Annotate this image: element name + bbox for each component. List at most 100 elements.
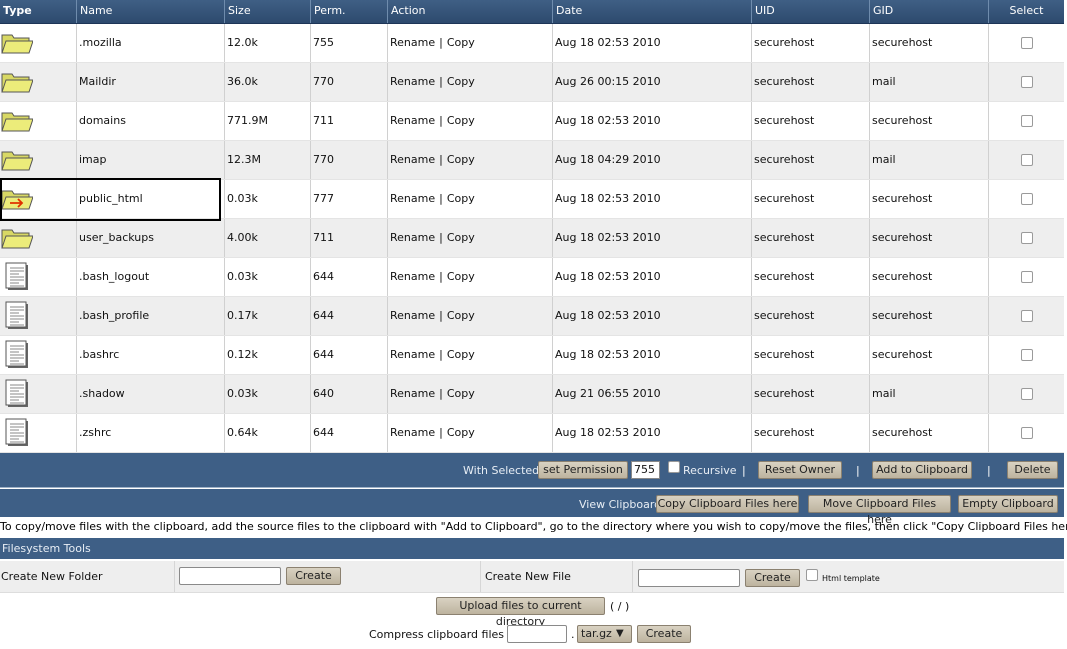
set-permission-button[interactable]: set Permission [538,461,628,479]
file-icon[interactable] [5,301,31,331]
file-permission-link[interactable]: 644 [313,336,334,374]
empty-clipboard-button[interactable]: Empty Clipboard [958,495,1058,513]
file-icon[interactable] [5,379,31,409]
rename-link[interactable]: Rename [390,153,435,166]
new-folder-input[interactable] [179,567,281,585]
select-checkbox[interactable] [1021,427,1033,439]
select-checkbox[interactable] [1021,349,1033,361]
select-checkbox[interactable] [1021,193,1033,205]
move-clipboard-here-button[interactable]: Move Clipboard Files here [808,495,951,526]
folder-icon[interactable] [1,226,34,250]
copy-link[interactable]: Copy [447,114,475,127]
file-name-link[interactable]: .zshrc [79,414,111,452]
copy-link[interactable]: Copy [447,348,475,361]
select-checkbox[interactable] [1021,76,1033,88]
file-permission-link[interactable]: 640 [313,375,334,413]
file-permission-link[interactable]: 755 [313,24,334,62]
file-name-link[interactable]: Maildir [79,63,116,101]
rename-link[interactable]: Rename [390,426,435,439]
rename-link[interactable]: Rename [390,192,435,205]
folder-icon[interactable] [1,70,34,94]
action-separator: | [439,114,443,127]
copy-link[interactable]: Copy [447,153,475,166]
file-name-link[interactable]: .mozilla [79,24,122,62]
copy-link[interactable]: Copy [447,36,475,49]
col-uid[interactable]: UID [751,0,869,23]
file-name-link[interactable]: .shadow [79,375,125,413]
select-checkbox[interactable] [1021,232,1033,244]
recursive-checkbox[interactable] [668,461,680,473]
file-permission-link[interactable]: 644 [313,414,334,452]
rename-link[interactable]: Rename [390,114,435,127]
select-checkbox[interactable] [1021,115,1033,127]
file-permission-link[interactable]: 644 [313,297,334,335]
folder-icon[interactable] [1,148,34,172]
copy-link[interactable]: Copy [447,387,475,400]
col-size[interactable]: Size [224,0,310,23]
file-icon[interactable] [5,340,31,370]
col-gid[interactable]: GID [869,0,988,23]
file-permission-link[interactable]: 711 [313,219,334,257]
col-perm[interactable]: Perm. [310,0,387,23]
select-checkbox[interactable] [1021,37,1033,49]
rename-link[interactable]: Rename [390,75,435,88]
file-gid: securehost [872,348,933,361]
file-icon[interactable] [5,418,31,448]
file-name-link[interactable]: .bash_profile [79,297,149,335]
file-name-link[interactable]: .bash_logout [79,258,149,296]
col-date[interactable]: Date [552,0,751,23]
compress-create-button[interactable]: Create [637,625,691,643]
select-checkbox[interactable] [1021,388,1033,400]
copy-link[interactable]: Copy [447,426,475,439]
select-checkbox[interactable] [1021,310,1033,322]
file-size: 0.03k [227,387,258,400]
copy-link[interactable]: Copy [447,231,475,244]
file-permission-link[interactable]: 777 [313,180,334,218]
compress-format-select[interactable]: tar.gz ▼ [577,625,632,643]
compress-filename-input[interactable] [507,625,567,643]
upload-files-button[interactable]: Upload files to current directory [436,597,605,628]
rename-link[interactable]: Rename [390,231,435,244]
copy-clipboard-here-button[interactable]: Copy Clipboard Files here [656,495,799,513]
html-template-checkbox[interactable] [806,569,818,581]
select-checkbox[interactable] [1021,154,1033,166]
folder-icon[interactable] [1,109,34,133]
view-clipboard-link[interactable]: View Clipboard [579,498,661,511]
copy-link[interactable]: Copy [447,270,475,283]
file-size: 0.12k [227,348,258,361]
rename-link[interactable]: Rename [390,387,435,400]
rename-link[interactable]: Rename [390,36,435,49]
file-name-link[interactable]: imap [79,141,107,179]
select-checkbox[interactable] [1021,271,1033,283]
file-permission-link[interactable]: 711 [313,102,334,140]
new-file-input[interactable] [638,569,740,587]
permission-input[interactable]: 755 [631,461,660,479]
create-folder-button[interactable]: Create [286,567,341,585]
file-uid: securehost [754,348,815,361]
file-permission-link[interactable]: 644 [313,258,334,296]
file-name-link[interactable]: user_backups [79,219,154,257]
folder-icon[interactable] [1,31,34,55]
rename-link[interactable]: Rename [390,270,435,283]
file-name-link[interactable]: domains [79,102,126,140]
col-type[interactable]: Type [0,0,76,23]
file-uid: securehost [754,192,815,205]
file-size: 0.03k [227,192,258,205]
copy-link[interactable]: Copy [447,192,475,205]
file-permission-link[interactable]: 770 [313,63,334,101]
rename-link[interactable]: Rename [390,309,435,322]
copy-link[interactable]: Copy [447,309,475,322]
rename-link[interactable]: Rename [390,348,435,361]
copy-link[interactable]: Copy [447,75,475,88]
file-uid: securehost [754,426,815,439]
file-icon[interactable] [5,262,31,292]
add-to-clipboard-button[interactable]: Add to Clipboard [872,461,972,479]
create-file-button[interactable]: Create [745,569,800,587]
delete-button[interactable]: Delete [1007,461,1058,479]
file-name-link[interactable]: public_html [79,180,143,218]
file-name-link[interactable]: .bashrc [79,336,119,374]
file-permission-link[interactable]: 770 [313,141,334,179]
col-name[interactable]: Name [76,0,224,23]
folder-link-icon[interactable] [1,187,34,211]
reset-owner-button[interactable]: Reset Owner [758,461,842,479]
